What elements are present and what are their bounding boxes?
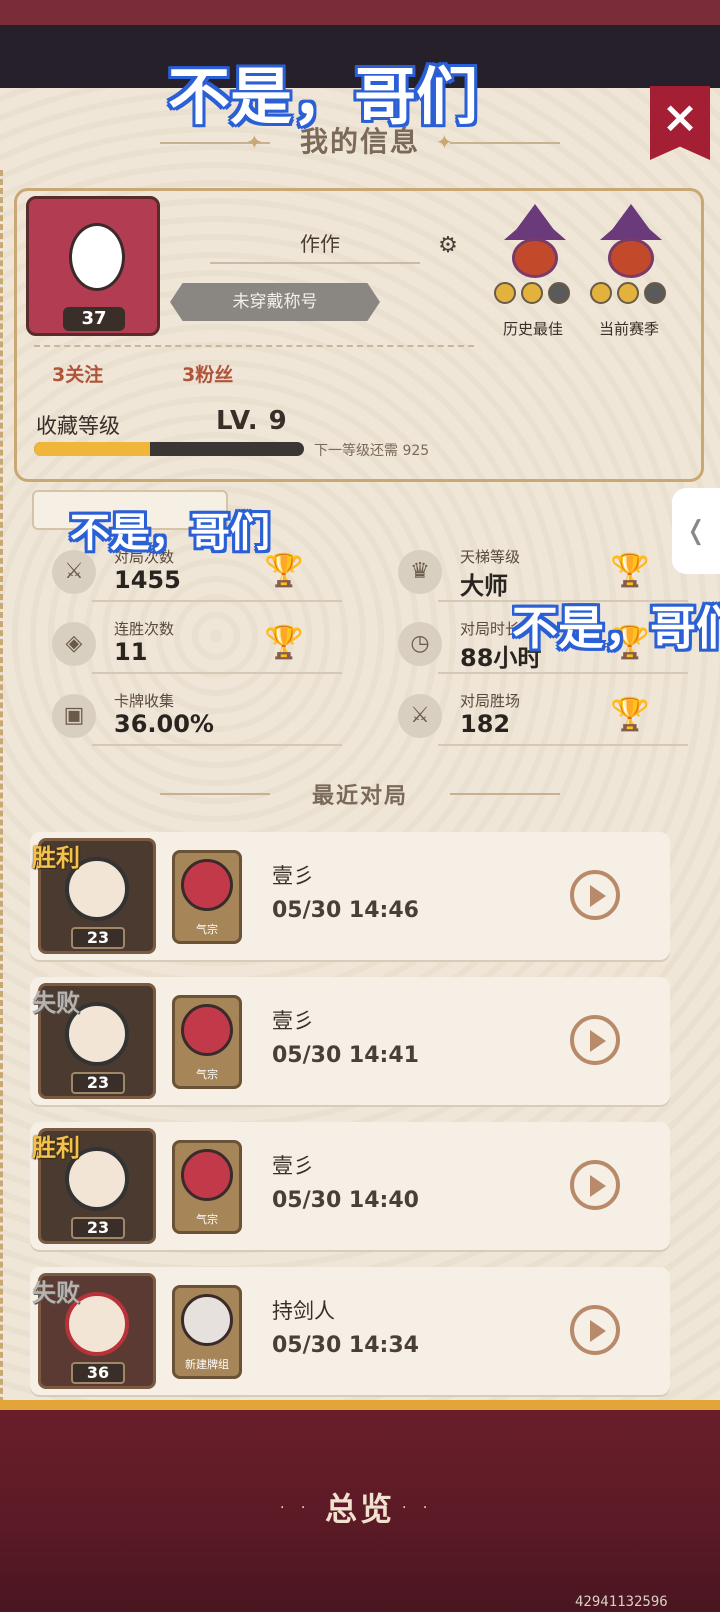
stat-value: 1455 xyxy=(114,566,181,594)
clock-icon: ◷ xyxy=(398,622,442,666)
deck-card: 气宗 xyxy=(172,995,242,1089)
rank-best-icon[interactable] xyxy=(498,204,572,280)
player-name: 作作 xyxy=(300,232,340,256)
trophy-icon: 🏆 xyxy=(610,695,650,733)
xp-progress-fill xyxy=(34,442,151,456)
deck-name: 气宗 xyxy=(196,1068,218,1081)
title-badge[interactable]: 未穿戴称号 xyxy=(170,283,380,321)
deck-card: 新建牌组 xyxy=(172,1285,242,1379)
opponent-level: 23 xyxy=(71,1217,125,1239)
xp-progress-bar xyxy=(34,442,304,456)
rank-current-stars xyxy=(590,282,671,306)
collection-level: LV. 9 xyxy=(216,406,288,436)
name-underline xyxy=(210,262,420,264)
trophy-icon: 🏆 xyxy=(264,551,304,589)
streak-icon: ◈ xyxy=(52,622,96,666)
stat-label: 连胜次数 xyxy=(114,620,175,638)
opponent-level: 23 xyxy=(71,927,125,949)
stat-label: 天梯等级 xyxy=(460,548,521,566)
stat-label: 对局时长 xyxy=(460,620,521,638)
avatar[interactable]: 37 xyxy=(26,196,160,336)
deck-name: 气宗 xyxy=(196,1213,218,1226)
recent-matches-title: 最近对局 xyxy=(311,784,408,809)
rank-current-icon[interactable] xyxy=(594,204,668,280)
stat-streak: ◈ 连胜次数 11 🏆 xyxy=(52,616,342,678)
stat-value: 11 xyxy=(114,638,148,666)
divider xyxy=(34,345,474,347)
close-icon: × xyxy=(661,92,699,143)
match-time: 05/30 14:46 xyxy=(272,898,419,923)
stat-collection: ▣ 卡牌收集 36.00% xyxy=(52,688,342,750)
rank-current-label: 当前赛季 xyxy=(598,320,659,338)
avatar-level: 37 xyxy=(63,307,125,331)
stat-label: 对局胜场 xyxy=(460,692,521,710)
match-row[interactable]: 36 失败 新建牌组 持剑人 05/30 14:34 xyxy=(30,1267,670,1395)
match-time: 05/30 14:41 xyxy=(272,1043,419,1068)
collection-label: 收藏等级 xyxy=(36,414,120,438)
match-time: 05/30 14:40 xyxy=(272,1188,419,1213)
opponent-level: 36 xyxy=(71,1362,125,1384)
stat-value: 36.00% xyxy=(114,710,214,738)
deck-card: 气宗 xyxy=(172,1140,242,1234)
stat-value: 182 xyxy=(460,710,511,738)
next-level-text: 下一等级还需 925 xyxy=(314,443,430,459)
overlay-caption: 不是，哥们 xyxy=(70,510,270,556)
deck-name: 气宗 xyxy=(196,923,218,936)
crossed-swords-icon: ⚔ xyxy=(398,694,442,738)
match-result: 失败 xyxy=(32,1279,80,1307)
match-row[interactable]: 23 胜利 气宗 壹彡 05/30 14:40 xyxy=(30,1122,670,1250)
opponent-name: 壹彡 xyxy=(272,864,314,888)
stat-value: 大师 xyxy=(460,572,508,600)
crown-icon: ♛ xyxy=(398,550,442,594)
card-icon: ▣ xyxy=(52,694,96,738)
following-link[interactable]: 3关注 xyxy=(52,360,103,387)
trophy-icon: 🏆 xyxy=(264,623,304,661)
match-row[interactable]: 23 胜利 气宗 壹彡 05/30 14:46 xyxy=(30,832,670,960)
match-row[interactable]: 23 失败 气宗 壹彡 05/30 14:41 xyxy=(30,977,670,1105)
deck-name: 新建牌组 xyxy=(185,1358,229,1371)
watermark: 42941132596 xyxy=(575,1594,668,1610)
opponent-name: 持剑人 xyxy=(272,1299,335,1323)
trophy-icon: 🏆 xyxy=(610,551,650,589)
followers-link[interactable]: 3粉丝 xyxy=(182,360,233,387)
chevron-left-icon: ❬ xyxy=(685,516,707,546)
deck-card: 气宗 xyxy=(172,850,242,944)
opponent-name: 壹彡 xyxy=(272,1154,314,1178)
replay-play-icon[interactable] xyxy=(570,1015,620,1065)
replay-play-icon[interactable] xyxy=(570,1160,620,1210)
avatar-face-icon xyxy=(69,223,125,291)
opponent-level: 23 xyxy=(71,1072,125,1094)
match-result: 失败 xyxy=(32,989,80,1017)
stat-label: 卡牌收集 xyxy=(114,692,175,710)
rank-best-label: 历史最佳 xyxy=(502,320,563,338)
replay-play-icon[interactable] xyxy=(570,870,620,920)
match-time: 05/30 14:34 xyxy=(272,1333,419,1358)
match-result: 胜利 xyxy=(32,844,80,872)
rank-best-stars xyxy=(494,282,575,306)
overlay-caption: 不是，哥们 xyxy=(512,601,720,655)
replay-play-icon[interactable] xyxy=(570,1305,620,1355)
opponent-name: 壹彡 xyxy=(272,1009,314,1033)
match-result: 胜利 xyxy=(32,1134,80,1162)
overview-button[interactable]: 总览 xyxy=(0,1484,720,1530)
stat-wins: ⚔ 对局胜场 182 🏆 xyxy=(398,688,688,750)
gear-icon[interactable]: ⚙ xyxy=(436,234,460,258)
bottom-gold-trim xyxy=(0,1400,720,1410)
overlay-caption: 不是，哥们 xyxy=(168,60,479,133)
